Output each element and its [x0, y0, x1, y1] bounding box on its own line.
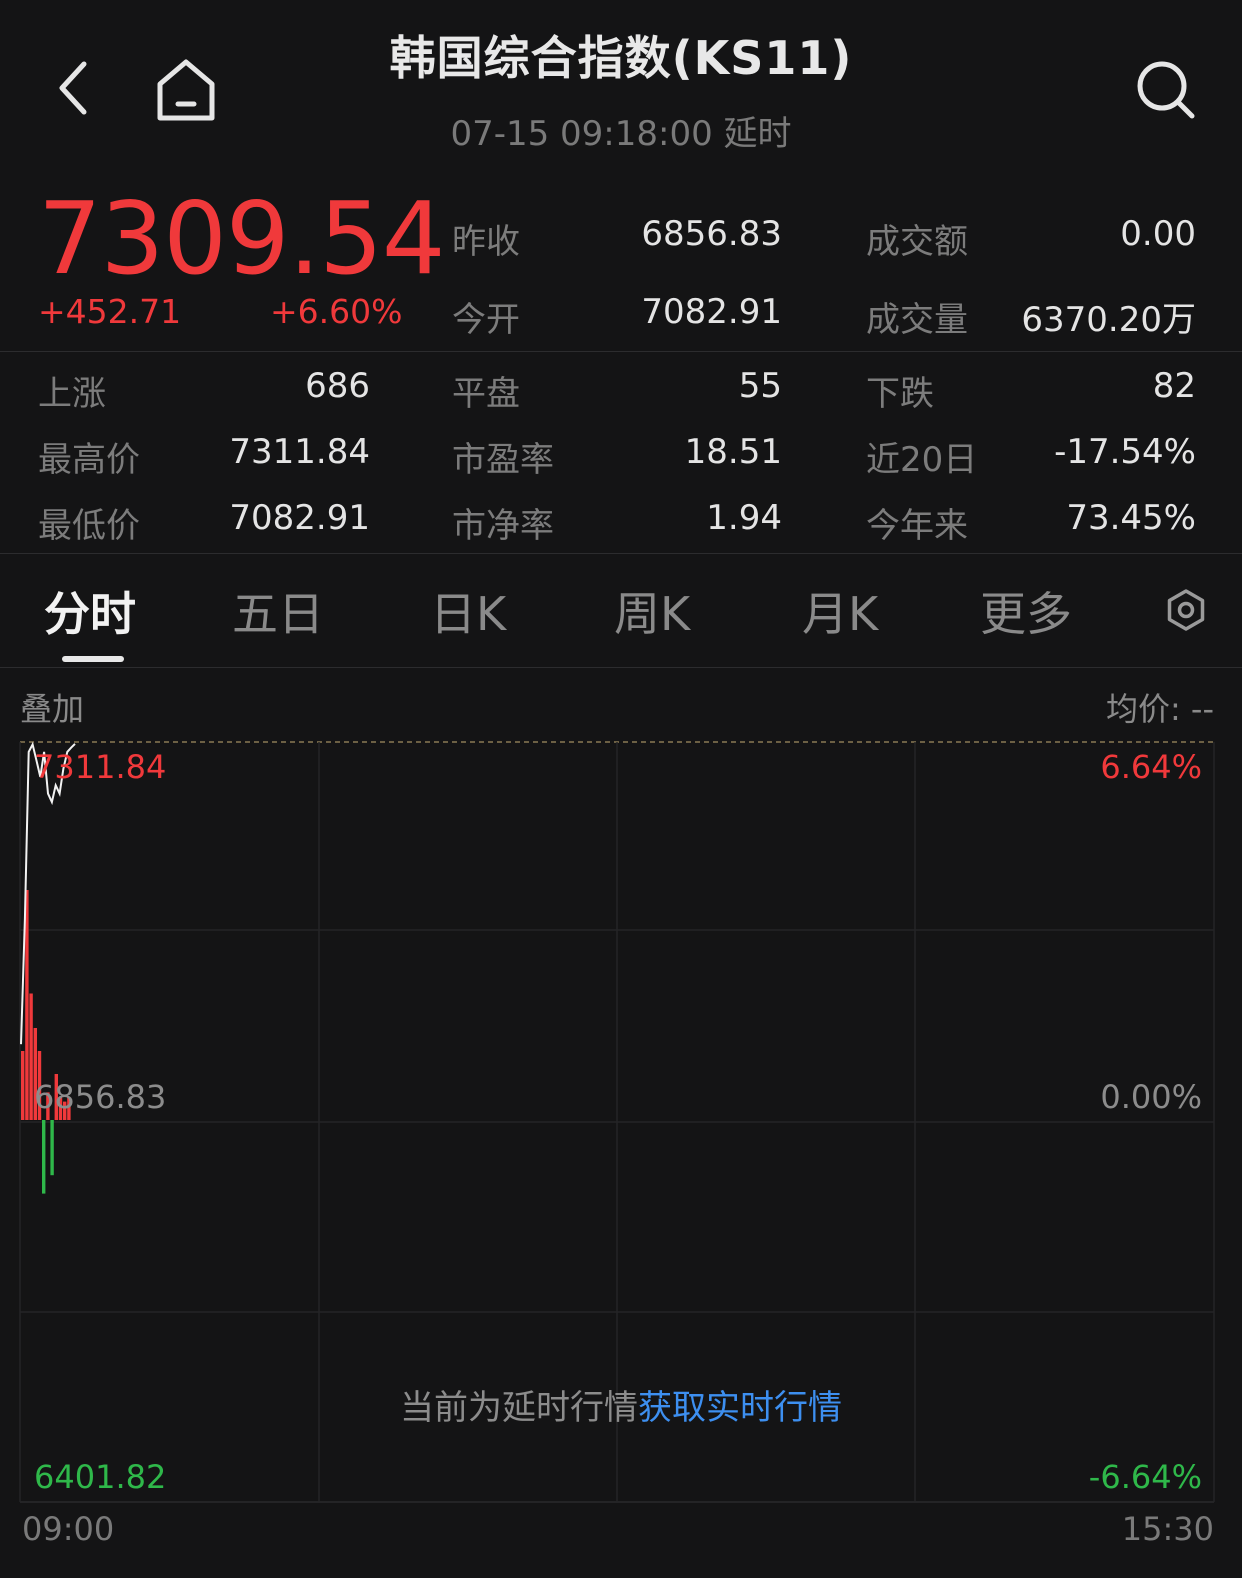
stat-value: 0.00 [1120, 214, 1196, 254]
axis-bottom-percent: -6.64% [1088, 1458, 1202, 1496]
axis-prev-close: 6856.83 [34, 1078, 167, 1116]
search-icon [1137, 61, 1195, 119]
stat-value: 686 [305, 366, 370, 406]
volume-bar [50, 1120, 54, 1176]
volume-bar [21, 1051, 25, 1120]
active-tab-indicator [62, 656, 124, 662]
stat-label: 下跌 [866, 374, 934, 414]
stat-value: 73.45% [1066, 498, 1196, 538]
stat-label: 近20日 [866, 440, 978, 480]
stat-label: 今年来 [866, 506, 968, 546]
last-price: 7309.54 [38, 180, 446, 297]
page-title: 韩国综合指数(KS11) [389, 31, 853, 85]
stat-value: 7311.84 [229, 432, 370, 472]
axis-top-percent: 6.64% [1100, 748, 1202, 786]
stat-label: 上涨 [38, 374, 106, 414]
axis-end-time: 15:30 [1121, 1510, 1214, 1548]
quote-timestamp: 07-15 09:18:00 延时 [450, 114, 792, 154]
stat-label: 市净率 [452, 506, 554, 546]
tab-more[interactable]: 更多 [980, 578, 1072, 644]
stat-label: 今开 [452, 300, 520, 340]
stat-value: 18.51 [684, 432, 782, 472]
tab-monthly-k[interactable]: 月K [802, 578, 878, 644]
stat-value: 7082.91 [229, 498, 370, 538]
volume-bar [42, 1120, 46, 1194]
price-change-percent: +6.60% [270, 292, 403, 331]
divider [0, 667, 1242, 668]
stat-value: 82 [1152, 366, 1196, 406]
settings-icon [1167, 589, 1205, 631]
axis-bottom-price: 6401.82 [34, 1458, 167, 1496]
stat-value: 6856.83 [641, 214, 782, 254]
divider [0, 553, 1242, 554]
delay-notice-text: 当前为延时行情 [400, 1388, 638, 1428]
axis-top-price: 7311.84 [34, 748, 167, 786]
stat-value: -17.54% [1054, 432, 1196, 472]
stat-label: 成交量 [866, 300, 968, 340]
stat-value: 55 [738, 366, 782, 406]
price-line [20, 741, 76, 1045]
stat-label: 昨收 [452, 222, 520, 262]
stat-value: 1.94 [706, 498, 782, 538]
stat-label: 平盘 [452, 374, 520, 414]
volume-bars [21, 890, 71, 1194]
tab-intraday[interactable]: 分时 [44, 578, 136, 644]
overlay-button[interactable]: 叠加 [20, 684, 84, 730]
volume-bar [29, 993, 33, 1120]
stat-label: 市盈率 [452, 440, 554, 480]
stat-value: 6370.20万 [1021, 300, 1196, 340]
price-change: +452.71 [38, 292, 182, 331]
chart-settings-button[interactable] [1160, 584, 1212, 636]
delay-notice: 当前为延时行情获取实时行情 [0, 1380, 1242, 1429]
tab-daily-k[interactable]: 日K [430, 578, 506, 644]
tab-five-day[interactable]: 五日 [232, 578, 324, 644]
axis-start-time: 09:00 [22, 1510, 115, 1548]
tab-weekly-k[interactable]: 周K [614, 578, 690, 644]
search-button[interactable] [1126, 50, 1206, 130]
stat-label: 成交额 [866, 222, 968, 262]
stat-label: 最高价 [38, 440, 140, 480]
axis-zero-percent: 0.00% [1100, 1078, 1202, 1116]
stat-label: 最低价 [38, 506, 140, 546]
divider [0, 351, 1242, 352]
average-price-label: 均价: -- [1105, 690, 1214, 728]
get-realtime-link[interactable]: 获取实时行情 [638, 1388, 842, 1428]
stat-value: 7082.91 [641, 292, 782, 332]
